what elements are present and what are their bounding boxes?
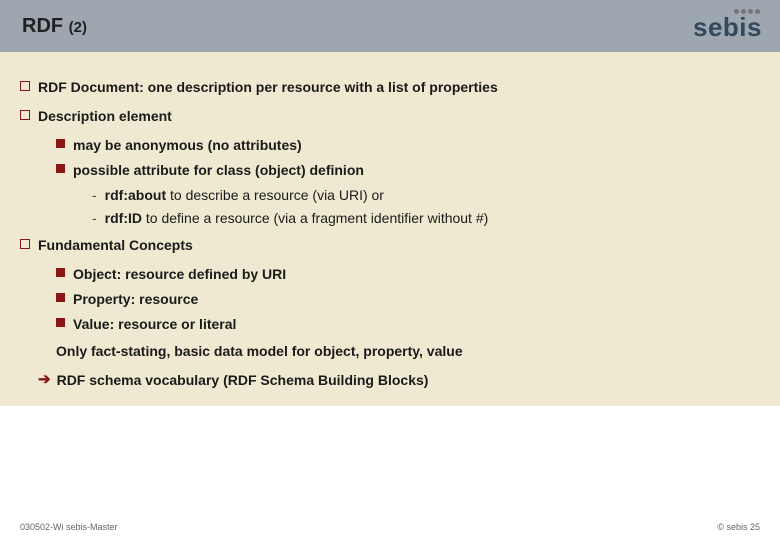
bullet-fact-stating: Only fact-stating, basic data model for … [56,342,760,361]
bullet-rdf-about: - rdf:about to describe a resource (via … [92,186,760,205]
footer-left: 030502-Wi sebis-Master [20,522,118,532]
bullet-possible-attribute: possible attribute for class (object) de… [56,161,760,180]
rest-text: to describe a resource (via URI) or [166,187,384,203]
slide-body: RDF Document: one description per resour… [0,52,780,406]
bullet-rdf-document: RDF Document: one description per resour… [20,78,760,97]
slide-title: RDF (2) [22,15,87,38]
term-rdf-id: rdf:ID [105,210,142,226]
footer-right: © sebis 25 [717,522,760,532]
bullet-rdf-id: - rdf:ID to define a resource (via a fra… [92,209,760,228]
bullet-anonymous: may be anonymous (no attributes) [56,136,760,155]
bullet-property: Property: resource [56,290,760,309]
bullet-text: rdf:about to describe a resource (via UR… [105,186,384,205]
slide-footer: 030502-Wi sebis-Master © sebis 25 [0,522,780,532]
hollow-square-icon [20,239,30,249]
bullet-text: possible attribute for class (object) de… [73,161,364,180]
solid-square-icon [56,139,65,148]
bullet-text: Property: resource [73,290,198,309]
solid-square-icon [56,318,65,327]
bullet-text: RDF Document: one description per resour… [38,78,498,97]
bullet-text: rdf:ID to define a resource (via a fragm… [105,209,489,228]
bullet-value: Value: resource or literal [56,315,760,334]
bullet-object: Object: resource defined by URI [56,265,760,284]
rest-text: to define a resource (via a fragment ide… [142,210,488,226]
bullet-text: Value: resource or literal [73,315,236,334]
logo: sebis [693,9,762,43]
bullet-text: RDF schema vocabulary (RDF Schema Buildi… [57,371,429,390]
dash-icon: - [92,186,97,205]
bullet-text: Fundamental Concepts [38,236,193,255]
title-main: RDF [22,15,63,37]
bullet-text: Only fact-stating, basic data model for … [56,343,463,359]
solid-square-icon [56,268,65,277]
solid-square-icon [56,293,65,302]
bullet-description-element: Description element [20,107,760,126]
bullet-fundamental-concepts: Fundamental Concepts [20,236,760,255]
bullet-text: Object: resource defined by URI [73,265,286,284]
title-sub: (2) [69,19,87,36]
hollow-square-icon [20,81,30,91]
slide-header: RDF (2) sebis [0,0,780,52]
logo-text: sebis [693,12,762,43]
dash-icon: - [92,209,97,228]
arrow-right-icon: ➔ [38,371,51,389]
term-rdf-about: rdf:about [105,187,166,203]
bullet-text: Description element [38,107,172,126]
hollow-square-icon [20,110,30,120]
bullet-text: may be anonymous (no attributes) [73,136,302,155]
solid-square-icon [56,164,65,173]
bullet-rdf-schema: ➔ RDF schema vocabulary (RDF Schema Buil… [38,371,760,390]
